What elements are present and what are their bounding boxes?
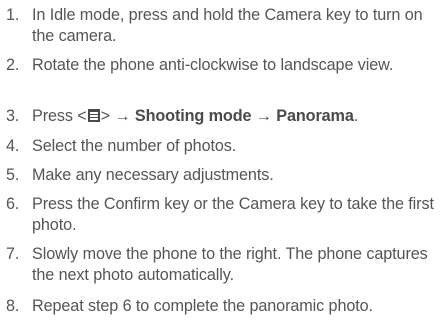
step-number: 1. <box>6 6 20 24</box>
list-item: 7. Slowly move the phone to the right. T… <box>0 244 440 286</box>
step-text-prefix: Press < <box>32 107 87 125</box>
step-number: 4. <box>6 137 20 155</box>
step-text-end: . <box>353 107 359 125</box>
step-number: 5. <box>6 166 20 184</box>
step-text: Make any necessary adjustments. <box>32 166 274 184</box>
list-item: 8. Repeat step 6 to complete the panoram… <box>0 296 440 317</box>
step-text-arrow: → <box>251 107 277 125</box>
step-text: Slowly move the phone to the right. The … <box>32 245 428 284</box>
step-number: 2. <box>6 56 20 74</box>
list-item: 1. In Idle mode, press and hold the Came… <box>0 5 440 47</box>
list-item: 2. Rotate the phone anti-clockwise to la… <box>0 55 440 76</box>
step-text: In Idle mode, press and hold the Camera … <box>32 6 423 45</box>
list-item: 5. Make any necessary adjustments. <box>0 165 440 186</box>
step-text: Press < > → Shooting mode → Panorama. <box>32 106 440 127</box>
menu-key-icon <box>87 109 100 122</box>
step-text: Select the number of photos. <box>32 137 237 155</box>
menu-shooting-mode: Shooting mode <box>134 107 252 125</box>
step-text: Repeat step 6 to complete the panoramic … <box>32 297 373 315</box>
step-text-arrow: > → <box>100 107 135 125</box>
list-item: 6. Press the Confirm key or the Camera k… <box>0 194 440 236</box>
list-item: 3. Press < > → Shooting mode → Panorama. <box>0 106 440 127</box>
step-number: 8. <box>6 297 20 315</box>
step-text: Rotate the phone anti-clockwise to lands… <box>32 56 394 74</box>
step-number: 3. <box>6 107 20 125</box>
step-number: 7. <box>6 245 20 263</box>
step-number: 6. <box>6 195 20 213</box>
list-item: 4. Select the number of photos. <box>0 136 440 157</box>
step-text: Press the Confirm key or the Camera key … <box>32 195 434 234</box>
menu-panorama: Panorama <box>276 107 354 125</box>
